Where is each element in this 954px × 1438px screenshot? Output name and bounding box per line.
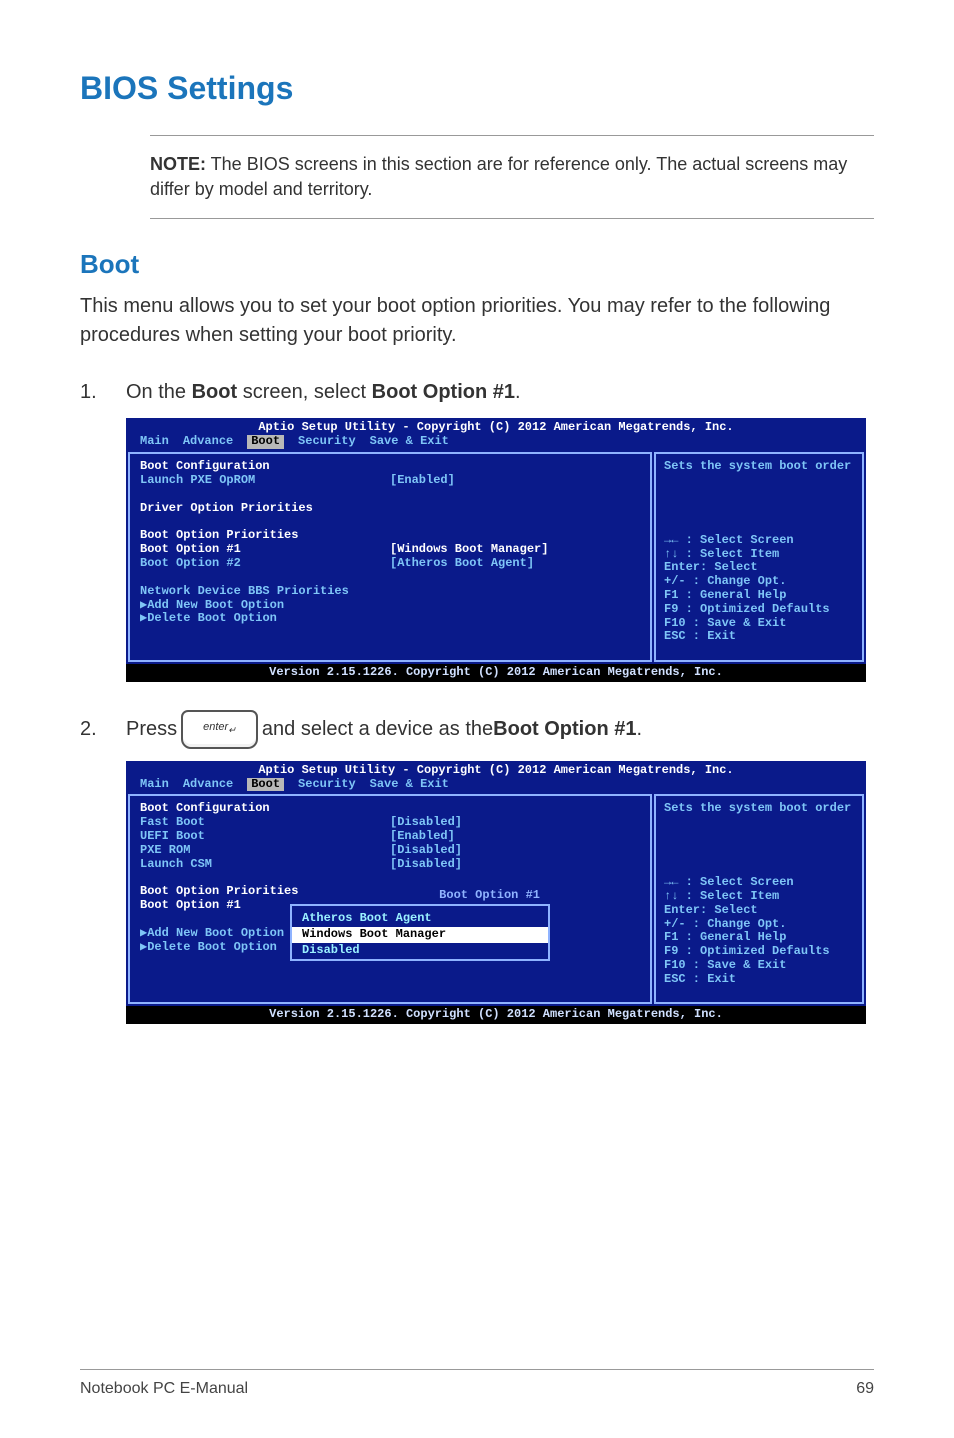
help-l3: Enter: Select (664, 904, 854, 918)
chevron-right-icon: ▶ (140, 612, 147, 626)
help-desc: Sets the system boot order (664, 802, 854, 816)
boot-prio-label: Boot Option Priorities (140, 529, 390, 543)
page-title: BIOS Settings (80, 70, 874, 107)
step-text-d: . (636, 715, 642, 743)
bios-footer: Version 2.15.1226. Copyright (C) 2012 Am… (126, 1006, 866, 1024)
uefi-boot-label: UEFI Boot (140, 830, 390, 844)
step-1: 1. On the Boot screen, select Boot Optio… (80, 378, 874, 406)
pxe-rom-val: [Disabled] (390, 844, 462, 858)
bios-footer: Version 2.15.1226. Copyright (C) 2012 Am… (126, 664, 866, 682)
bios-screenshot-2: Aptio Setup Utility - Copyright (C) 2012… (126, 761, 866, 1024)
step-number: 1. (80, 378, 126, 406)
bios-tabs: Main Advance Boot Security Save & Exit (126, 435, 866, 452)
fast-boot-val: [Disabled] (390, 816, 462, 830)
help-l1: →← : Select Screen (664, 534, 854, 548)
bios-help-pane: Sets the system boot order →← : Select S… (654, 452, 864, 662)
help-l2: ↑↓ : Select Item (664, 890, 854, 904)
chevron-right-icon: ▶ (140, 941, 147, 955)
tab-save-exit: Save & Exit (370, 778, 449, 792)
add-new-label: Add New Boot Option (147, 927, 284, 941)
help-l6: F9 : Optimized Defaults (664, 945, 854, 959)
boot-heading: Boot (80, 249, 874, 280)
popup-item: Disabled (292, 943, 548, 959)
bios-tabs: Main Advance Boot Security Save & Exit (126, 778, 866, 795)
launch-csm-label: Launch CSM (140, 858, 390, 872)
launch-csm-val: [Disabled] (390, 858, 462, 872)
tab-save-exit: Save & Exit (370, 435, 449, 449)
help-l2: ↑↓ : Select Item (664, 548, 854, 562)
launch-pxe-label: Launch PXE OpROM (140, 474, 390, 488)
help-l8: ESC : Exit (664, 973, 854, 987)
help-l4: +/- : Change Opt. (664, 575, 854, 589)
boot-opt1-label: Boot Option #1 (140, 543, 390, 557)
bios-title: Aptio Setup Utility - Copyright (C) 2012… (126, 418, 866, 435)
help-desc: Sets the system boot order (664, 460, 854, 474)
tab-advance: Advance (183, 435, 233, 449)
note-label: NOTE: (150, 154, 206, 174)
add-new-label: Add New Boot Option (147, 599, 284, 613)
help-l5: F1 : General Help (664, 931, 854, 945)
step-text: On the Boot screen, select Boot Option #… (126, 378, 874, 406)
delete-label: Delete Boot Option (147, 612, 277, 626)
boot-opt1-val: [Windows Boot Manager] (390, 543, 548, 557)
popup-item-selected: Windows Boot Manager (292, 927, 548, 943)
help-l1: →← : Select Screen (664, 876, 854, 890)
help-l4: +/- : Change Opt. (664, 918, 854, 932)
boot-config-label: Boot Configuration (140, 802, 390, 816)
bios-left-pane: Boot Configuration Fast Boot[Disabled] U… (128, 794, 652, 1004)
help-l6: F9 : Optimized Defaults (664, 603, 854, 617)
page-footer: Notebook PC E-Manual 69 (80, 1369, 874, 1398)
tab-main: Main (140, 435, 169, 449)
boot-opt2-label: Boot Option #2 (140, 557, 390, 571)
tab-boot: Boot (247, 778, 284, 792)
chevron-right-icon: ▶ (140, 599, 147, 613)
help-l3: Enter: Select (664, 561, 854, 575)
help-l7: F10 : Save & Exit (664, 617, 854, 631)
page-number: 69 (856, 1380, 874, 1398)
boot-config-label: Boot Configuration (140, 460, 390, 474)
help-l7: F10 : Save & Exit (664, 959, 854, 973)
step-2: 2. Press enter↵ and select a device as t… (80, 710, 874, 749)
tab-advance: Advance (183, 778, 233, 792)
footer-title: Notebook PC E-Manual (80, 1380, 248, 1398)
help-l5: F1 : General Help (664, 589, 854, 603)
net-bbs-label: Network Device BBS Priorities (140, 585, 349, 599)
bios-title: Aptio Setup Utility - Copyright (C) 2012… (126, 761, 866, 778)
bios-screenshot-1: Aptio Setup Utility - Copyright (C) 2012… (126, 418, 866, 681)
boot-intro: This menu allows you to set your boot op… (80, 292, 874, 350)
pxe-rom-label: PXE ROM (140, 844, 390, 858)
tab-main: Main (140, 778, 169, 792)
popup-item: Atheros Boot Agent (292, 911, 548, 927)
step-text-c: Boot Option #1 (493, 715, 636, 743)
step-text-a: Press (126, 715, 177, 743)
tab-boot: Boot (247, 435, 284, 449)
bios-help-pane: Sets the system boot order →← : Select S… (654, 794, 864, 1004)
tab-security: Security (298, 778, 356, 792)
tab-security: Security (298, 435, 356, 449)
bios-left-pane: Boot Configuration Launch PXE OpROM[Enab… (128, 452, 652, 662)
chevron-right-icon: ▶ (140, 927, 147, 941)
help-l8: ESC : Exit (664, 630, 854, 644)
enter-key-icon: enter↵ (181, 710, 258, 749)
step-text-b: and select a device as the (262, 715, 493, 743)
boot-opt2-val: [Atheros Boot Agent] (390, 557, 534, 571)
note-text: The BIOS screens in this section are for… (150, 154, 847, 199)
launch-pxe-val: [Enabled] (390, 474, 455, 488)
driver-prio-label: Driver Option Priorities (140, 502, 390, 516)
boot-option-popup: Boot Option #1 Atheros Boot Agent Window… (290, 904, 550, 960)
fast-boot-label: Fast Boot (140, 816, 390, 830)
note-box: NOTE: The BIOS screens in this section a… (150, 135, 874, 219)
popup-title: Boot Option #1 (431, 889, 548, 903)
delete-label: Delete Boot Option (147, 941, 277, 955)
uefi-boot-val: [Enabled] (390, 830, 455, 844)
step-number: 2. (80, 715, 126, 743)
